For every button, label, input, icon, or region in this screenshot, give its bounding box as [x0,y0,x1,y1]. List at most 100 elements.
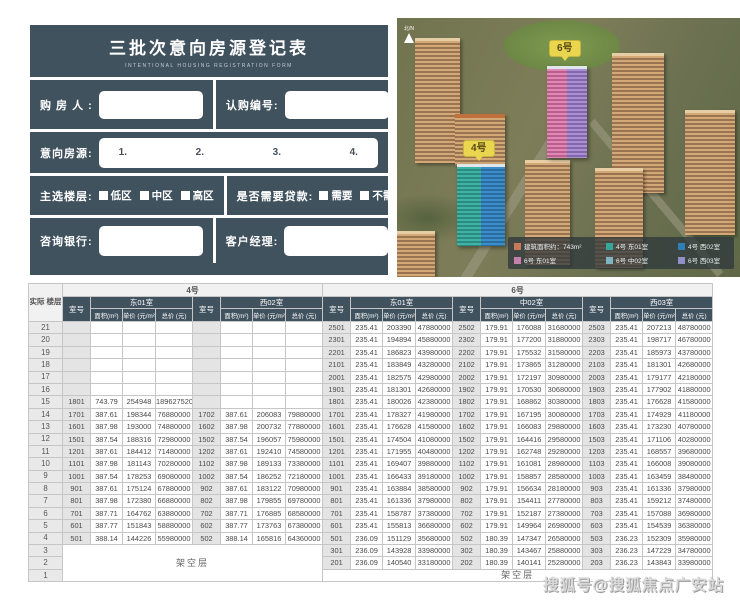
table-cell: 42680000 [416,383,453,395]
table-cell: 172197 [513,371,546,383]
table-cell: 387.98 [91,495,123,507]
table-cell: 64360000 [286,532,323,544]
table-cell: 39880000 [416,458,453,470]
table-cell: 1102 [193,458,221,470]
measure-header: 总价 (元) [546,309,583,322]
floor-pref-group: 主选楼层: 低区 中区 高区 [30,176,224,215]
table-cell: 180.39 [481,532,513,544]
table-cell: 502 [453,532,481,544]
north-arrow-icon: 北/N [404,25,414,43]
table-cell: 1202 [193,445,221,457]
table-cell: 158857 [513,470,546,482]
intention-slot-1: 1. [119,147,127,158]
building-4-highlighted [457,164,505,246]
buyer-label: 购 房 人 : [40,97,93,113]
table-cell: 188316 [123,433,156,445]
checkbox-high-zone[interactable]: 高区 [181,188,214,203]
table-cell: 45880000 [416,334,453,346]
table-cell: 1701 [63,408,91,420]
legend-item: 建筑面积约：743m² [514,241,606,251]
table-row: 6701387.7116476263880000702387.711768856… [29,507,713,519]
table-cell: 31280000 [546,359,583,371]
table-cell: 37480000 [676,495,713,507]
table-row: 7801387.9817238066880000802387.981798556… [29,495,713,507]
table-cell: 140540 [383,557,416,569]
table-cell: 702 [193,507,221,519]
table-cell: 40480000 [416,445,453,457]
table-cell: 387.98 [221,458,253,470]
table-cell: 207213 [643,322,676,334]
subscription-no-input[interactable] [285,91,389,119]
table-cell: 200732 [253,421,286,433]
table-cell [253,383,286,395]
table-row: 91001387.54178253690800001002387.5418625… [29,470,713,482]
table-cell: 179177 [643,371,676,383]
table-cell [63,322,91,334]
table-cell: 1501 [323,433,351,445]
table-cell: 179.91 [481,396,513,408]
building-4-tag[interactable]: 4号 [463,140,495,157]
table-cell: 902 [453,483,481,495]
table-cell: 236.09 [351,557,383,569]
table-cell: 179.91 [481,383,513,395]
table-cell: 28580000 [546,470,583,482]
table-cell: 38480000 [676,470,713,482]
table-cell [221,334,253,346]
table-cell: 164416 [513,433,546,445]
table-cell: 235.41 [611,445,643,457]
legend-item: 6号 中02室 [606,255,678,265]
table-cell: 157088 [643,507,676,519]
table-cell: 25280000 [546,557,583,569]
manager-input[interactable] [284,226,388,256]
table-cell: 1903 [583,383,611,395]
table-cell: 2002 [453,371,481,383]
table-row: 141701387.61198344768800001702387.612060… [29,408,713,420]
table-cell: 1603 [583,421,611,433]
table-cell: 179.91 [481,470,513,482]
floor-cell: 2 [29,557,63,569]
table-cell: 1201 [323,445,351,457]
table-cell: 58880000 [156,520,193,532]
table-cell: 79880000 [286,408,323,420]
bank-input[interactable] [99,226,203,256]
room-group-header: 西03室 [611,297,713,309]
table-cell: 203390 [383,322,416,334]
table-cell: 36380000 [676,520,713,532]
table-cell: 901 [63,483,91,495]
checkbox-label: 高区 [193,188,214,203]
table-cell: 68580000 [286,507,323,519]
table-cell: 235.41 [611,495,643,507]
checkbox-low-zone[interactable]: 低区 [99,188,132,203]
table-cell: 39080000 [676,458,713,470]
table-cell [123,322,156,334]
buyer-input[interactable] [99,91,203,119]
table-row: 111201387.61184412714800001202387.611924… [29,445,713,457]
measure-header: 单价 (元/m²) [253,309,286,322]
table-cell: 2501 [323,322,351,334]
table-cell: 179.91 [481,495,513,507]
table-cell: 186823 [383,346,416,358]
table-cell: 235.41 [611,346,643,358]
table-cell: 34780000 [676,545,713,557]
floor-cell: 18 [29,359,63,371]
table-cell: 235.41 [351,520,383,532]
checkbox-mid-zone[interactable]: 中区 [140,188,173,203]
buyer-field-group: 购 房 人 : [30,80,213,129]
table-cell: 1003 [583,470,611,482]
table-cell: 37980000 [676,483,713,495]
table-cell: 55980000 [156,532,193,544]
building-6-tag[interactable]: 6号 [549,40,581,57]
floor-cell: 20 [29,334,63,346]
table-cell: 602 [193,520,221,532]
checkbox-loan-yes[interactable]: 需要 [319,188,352,203]
table-cell: 162748 [513,445,546,457]
table-cell: 235.41 [611,322,643,334]
checkbox-label: 需要 [331,188,352,203]
intention-input[interactable]: 1. 2. 3. 4. [99,138,378,168]
table-cell: 387.61 [221,445,253,457]
table-cell: 387.98 [221,495,253,507]
table-cell: 235.41 [351,421,383,433]
measure-header: 面积(m²) [611,309,643,322]
table-cell: 387.98 [91,421,123,433]
table-cell: 235.41 [351,371,383,383]
